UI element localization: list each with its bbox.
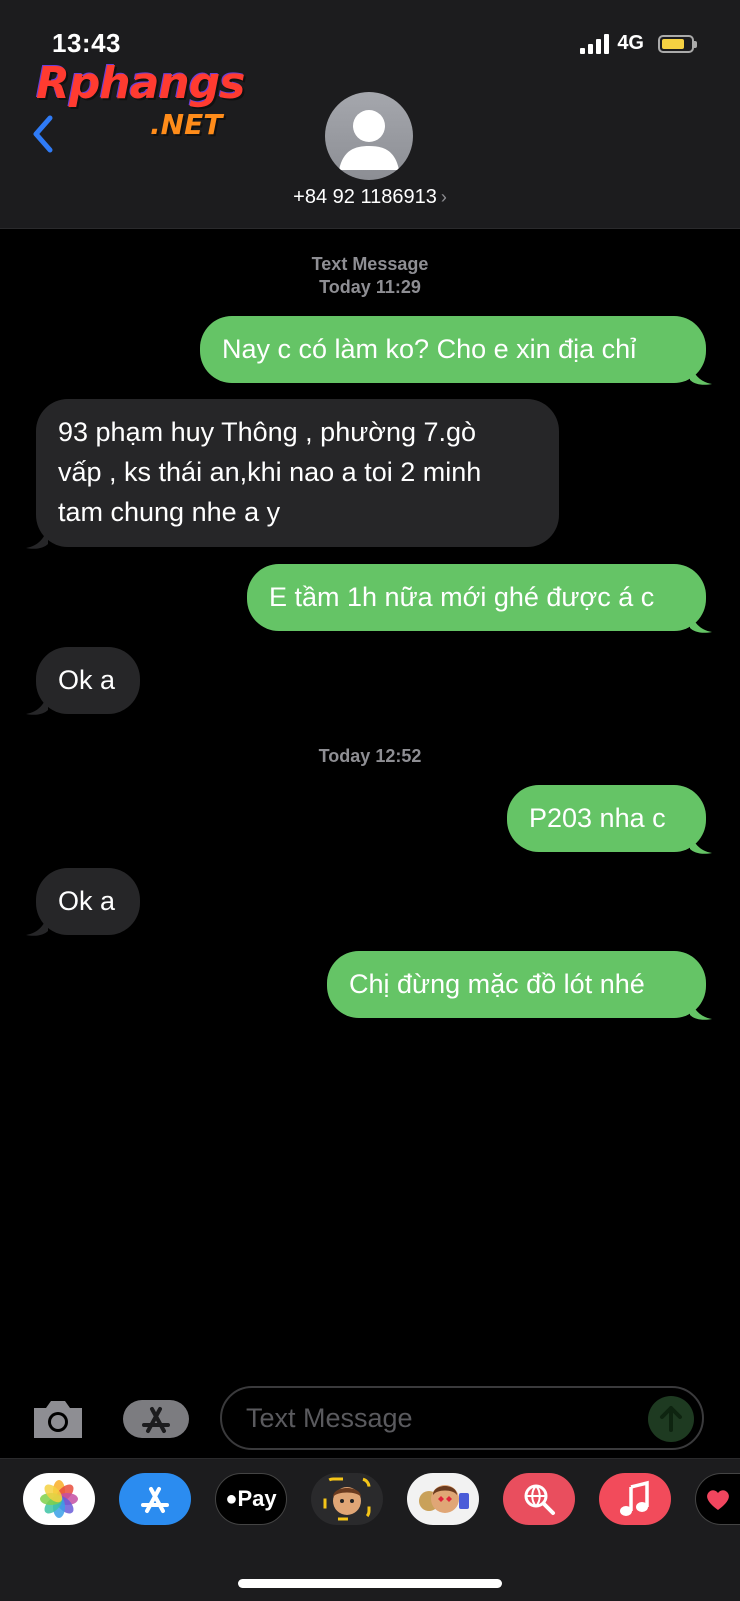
digital-touch-app-button[interactable]	[695, 1473, 740, 1525]
apple-pay-label: Pay	[237, 1486, 277, 1511]
message-text: P203 nha c	[529, 803, 666, 833]
signal-icon	[580, 33, 610, 54]
thread-service-label: Text Message	[311, 254, 429, 274]
app-store-app-button[interactable]	[119, 1473, 191, 1525]
message-input-placeholder: Text Message	[246, 1403, 413, 1433]
status-indicators: 4G	[580, 32, 697, 55]
bubble-tail-incoming	[26, 911, 48, 936]
message-input[interactable]: Text Message	[220, 1386, 704, 1450]
music-icon	[620, 1480, 649, 1516]
thread-meta: Text Message Today 11:29	[0, 253, 740, 299]
send-button[interactable]	[648, 1396, 694, 1442]
contact-number: +84 92 1186913	[293, 186, 437, 208]
memoji-icon	[323, 1477, 371, 1521]
app-store-icon	[141, 1487, 169, 1513]
message-text: Ok a	[58, 886, 116, 916]
thread-timestamp-2: Today 12:52	[318, 746, 422, 766]
message-text-line: vấp , ks thái an,khi nao a toi 2 minh	[58, 457, 482, 487]
message-bubble-outgoing[interactable]: E tầm 1h nữa mới ghé được á c	[247, 564, 706, 631]
app-store-apps-button[interactable]	[123, 1400, 189, 1438]
message-text-line: tam chung nhe a y	[58, 497, 281, 527]
message-text: Nay c có làm ko? Cho e xin địa chỉ	[222, 334, 637, 364]
digital-touch-icon	[707, 1490, 729, 1510]
watermark-suffix: .NET	[150, 108, 223, 141]
arrow-up-icon	[660, 1406, 682, 1432]
camera-icon	[34, 1401, 82, 1438]
bubble-tail-outgoing	[690, 829, 712, 854]
bubble-tail-outgoing	[690, 360, 712, 385]
home-indicator[interactable]	[238, 1579, 502, 1588]
message-bubble-incoming[interactable]: 93 phạm huy Thông , phường 7.gò vấp , ks…	[36, 399, 559, 547]
watermark-logo: Rphangs	[36, 58, 245, 109]
thread-timestamp: Today 11:29	[319, 277, 421, 297]
message-text: Chị đừng mặc đồ lót nhé	[349, 969, 645, 999]
photos-icon	[40, 1480, 78, 1518]
bubble-tail-incoming	[26, 524, 48, 549]
status-time: 13:43	[52, 28, 121, 58]
message-composer: Text Message	[0, 1380, 740, 1452]
chevron-left-icon	[33, 115, 53, 153]
network-type: 4G	[617, 32, 644, 54]
contact-name[interactable]: +84 92 1186913 ›	[0, 186, 740, 209]
music-app-button[interactable]	[599, 1473, 671, 1525]
camera-button[interactable]	[30, 1398, 86, 1440]
message-bubble-incoming[interactable]: Ok a	[36, 647, 140, 714]
message-text-line: 93 phạm huy Thông , phường 7.gò	[58, 417, 477, 447]
animoji-app-button[interactable]	[407, 1473, 479, 1525]
bubble-tail-incoming	[26, 690, 48, 715]
back-button[interactable]	[28, 112, 58, 156]
watermark-main: Rphangs	[36, 58, 245, 109]
person-icon	[339, 110, 399, 170]
app-drawer: ● Pay	[0, 1458, 740, 1601]
message-bubble-outgoing[interactable]: Nay c có làm ko? Cho e xin địa chỉ	[200, 316, 706, 383]
conversation-header: 13:43 4G Rphangs .NET +84 92 1186913 ›	[0, 0, 740, 229]
contact-avatar[interactable]	[325, 92, 413, 180]
apple-pay-button[interactable]: ● Pay	[215, 1473, 287, 1525]
animoji-icon	[419, 1485, 469, 1513]
bubble-tail-outgoing	[690, 995, 712, 1020]
battery-icon	[658, 34, 697, 53]
web-images-app-button[interactable]	[503, 1473, 575, 1525]
message-bubble-incoming[interactable]: Ok a	[36, 868, 140, 935]
memoji-app-button[interactable]	[311, 1473, 383, 1525]
chevron-right-icon: ›	[440, 187, 447, 207]
message-bubble-outgoing[interactable]: P203 nha c	[507, 785, 706, 852]
message-bubble-outgoing[interactable]: Chị đừng mặc đồ lót nhé	[327, 951, 706, 1018]
app-store-icon	[142, 1407, 170, 1433]
bubble-tail-outgoing	[690, 608, 712, 633]
apple-logo-icon: ●	[225, 1487, 238, 1510]
web-images-icon	[524, 1484, 555, 1515]
message-text: Ok a	[58, 665, 116, 695]
message-text: E tầm 1h nữa mới ghé được á c	[269, 582, 655, 612]
photos-app-button[interactable]	[23, 1473, 95, 1525]
